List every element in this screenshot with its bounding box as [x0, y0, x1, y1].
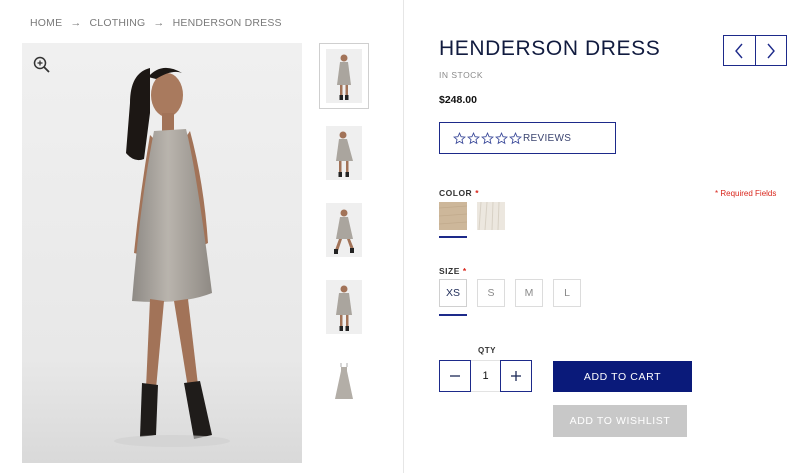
quantity-stepper: 1	[439, 360, 532, 392]
star-outline-icon	[495, 131, 508, 144]
thumbnail-3[interactable]	[319, 197, 369, 263]
qty-decrease-button[interactable]	[439, 360, 471, 392]
breadcrumb-current: HENDERSON DRESS	[172, 17, 282, 29]
breadcrumb-home[interactable]: HOME	[30, 17, 62, 29]
chevron-right-icon[interactable]	[756, 36, 787, 65]
main-product-image[interactable]	[22, 43, 302, 463]
reviews-label: REVIEWS	[523, 132, 572, 144]
breadcrumb-clothing[interactable]: CLOTHING	[90, 17, 146, 29]
size-selected-indicator	[439, 314, 467, 316]
star-outline-icon	[509, 131, 522, 144]
thumbnail-1[interactable]	[319, 43, 369, 109]
zoom-in-icon[interactable]	[32, 55, 52, 75]
qty-increase-button[interactable]	[500, 360, 532, 392]
product-title: HENDERSON DRESS	[439, 37, 661, 60]
star-outline-icon	[467, 131, 480, 144]
reviews-button[interactable]: REVIEWS	[439, 122, 616, 154]
size-option-m[interactable]: M	[515, 279, 543, 307]
breadcrumb: HOME → CLOTHING → HENDERSON DRESS	[30, 17, 282, 29]
model-photo	[22, 43, 302, 463]
color-label: COLOR *	[439, 188, 480, 198]
stock-status: IN STOCK	[439, 70, 483, 80]
plus-icon	[511, 371, 521, 381]
color-swatch-tan[interactable]	[438, 202, 468, 230]
star-outline-icon	[453, 131, 466, 144]
product-nav	[723, 35, 787, 66]
product-price: $248.00	[439, 94, 477, 106]
required-fields-note: * Required Fields	[715, 189, 777, 198]
thumbnail-5[interactable]	[319, 351, 369, 417]
thumbnail-4[interactable]	[319, 274, 369, 340]
color-selected-indicator	[439, 236, 467, 238]
size-label: SIZE *	[439, 266, 467, 276]
thumbnail-2[interactable]	[319, 120, 369, 186]
add-to-cart-button[interactable]: ADD TO CART	[553, 361, 692, 392]
minus-icon	[450, 375, 460, 377]
chevron-left-icon[interactable]	[724, 36, 756, 65]
add-to-wishlist-button[interactable]: ADD TO WISHLIST	[553, 405, 687, 437]
size-option-s[interactable]: S	[477, 279, 505, 307]
breadcrumb-arrow-icon: →	[70, 17, 82, 29]
rating-stars	[453, 131, 522, 145]
qty-value[interactable]: 1	[471, 360, 500, 392]
size-option-l[interactable]: L	[553, 279, 581, 307]
panel-divider	[403, 0, 404, 473]
breadcrumb-arrow-icon: →	[153, 17, 165, 29]
star-outline-icon	[481, 131, 494, 144]
size-option-xs[interactable]: XS	[439, 279, 467, 307]
color-swatch-cream[interactable]	[477, 201, 505, 231]
qty-label: QTY	[478, 346, 496, 355]
